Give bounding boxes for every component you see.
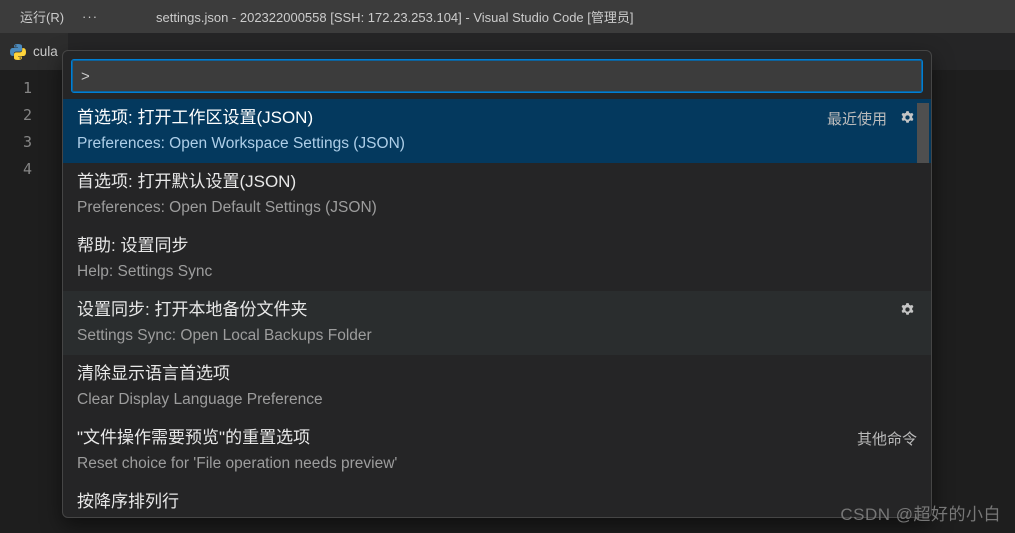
line-number: 1 (0, 79, 50, 106)
line-number-gutter: 1 2 3 4 (0, 71, 50, 533)
tab-active[interactable]: cula (0, 33, 68, 70)
palette-item-open-default-settings-json[interactable]: 首选项: 打开默认设置(JSON) Preferences: Open Defa… (63, 163, 931, 227)
palette-item-title: 首选项: 打开工作区设置(JSON) (77, 105, 827, 131)
menu-more[interactable]: ··· (74, 5, 106, 28)
palette-item-title: 首选项: 打开默认设置(JSON) (77, 169, 917, 195)
palette-item-help-settings-sync[interactable]: 帮助: 设置同步 Help: Settings Sync (63, 227, 931, 291)
palette-item-partial[interactable]: 按降序排列行 (63, 483, 931, 515)
palette-scrollbar[interactable] (917, 103, 929, 515)
gear-icon[interactable] (897, 300, 917, 320)
palette-item-settings-sync-open-backups[interactable]: 设置同步: 打开本地备份文件夹 Settings Sync: Open Loca… (63, 291, 931, 355)
palette-item-title: 帮助: 设置同步 (77, 233, 917, 259)
recently-used-badge: 最近使用 (827, 108, 887, 129)
palette-item-reset-file-operation-preview[interactable]: "文件操作需要预览"的重置选项 Reset choice for 'File o… (63, 419, 931, 483)
watermark-text: CSDN @超好的小白 (840, 500, 1001, 525)
palette-item-title: 按降序排列行 (77, 489, 917, 515)
command-palette-input-wrap (63, 51, 931, 99)
tab-label: cula (33, 44, 58, 59)
palette-scrollbar-thumb[interactable] (917, 103, 929, 163)
menu-run[interactable]: 运行(R) (10, 3, 74, 30)
line-number: 3 (0, 133, 50, 160)
window-title: settings.json - 202322000558 [SSH: 172.2… (156, 7, 633, 26)
command-palette-input[interactable] (72, 60, 922, 92)
palette-item-subtitle: Settings Sync: Open Local Backups Folder (77, 324, 897, 348)
palette-item-title: 清除显示语言首选项 (77, 361, 917, 387)
command-palette-list: 首选项: 打开工作区设置(JSON) Preferences: Open Wor… (63, 99, 931, 517)
titlebar: 运行(R) ··· settings.json - 202322000558 [… (0, 0, 1015, 33)
palette-item-open-workspace-settings-json[interactable]: 首选项: 打开工作区设置(JSON) Preferences: Open Wor… (63, 99, 931, 163)
line-number: 2 (0, 106, 50, 133)
line-number: 4 (0, 160, 50, 187)
palette-item-clear-display-language[interactable]: 清除显示语言首选项 Clear Display Language Prefere… (63, 355, 931, 419)
palette-item-title: 设置同步: 打开本地备份文件夹 (77, 297, 897, 323)
other-commands-badge: 其他命令 (857, 428, 917, 449)
gear-icon[interactable] (897, 109, 917, 129)
palette-item-subtitle: Help: Settings Sync (77, 260, 917, 284)
palette-item-subtitle: Preferences: Open Workspace Settings (JS… (77, 132, 827, 156)
palette-item-subtitle: Clear Display Language Preference (77, 388, 917, 412)
palette-item-subtitle: Reset choice for 'File operation needs p… (77, 452, 857, 476)
python-file-icon (10, 44, 26, 60)
palette-item-subtitle: Preferences: Open Default Settings (JSON… (77, 196, 917, 220)
command-palette: 首选项: 打开工作区设置(JSON) Preferences: Open Wor… (62, 50, 932, 518)
palette-item-title: "文件操作需要预览"的重置选项 (77, 425, 857, 451)
